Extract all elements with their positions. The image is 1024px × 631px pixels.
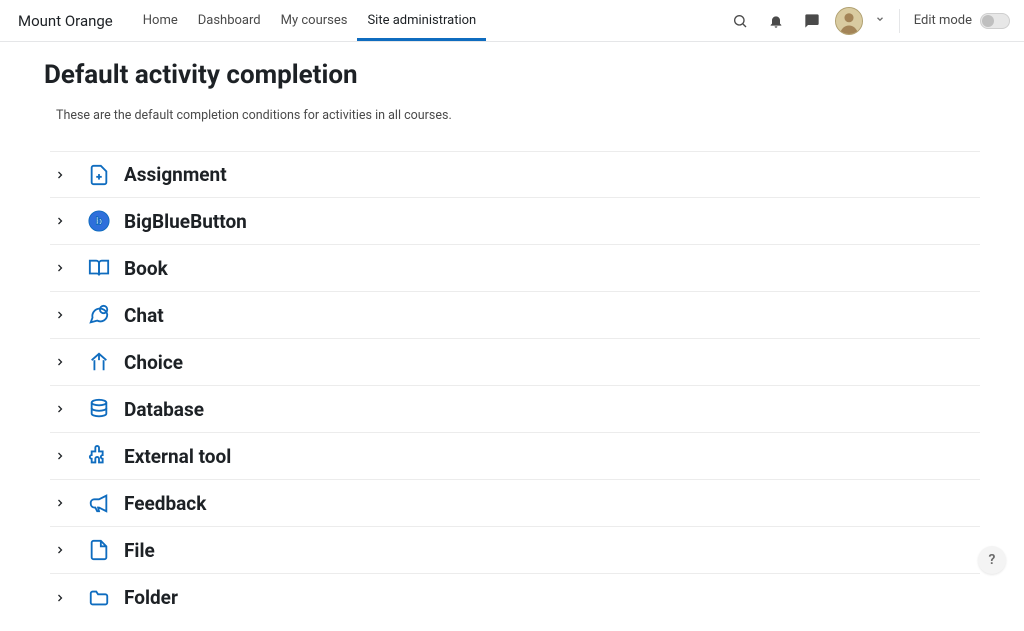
help-button[interactable]: ? [978,546,1006,574]
activity-label: File [124,539,155,562]
chevron-right-icon [50,262,70,274]
book-icon [84,253,114,283]
file-icon [84,535,114,565]
chevron-right-icon [50,215,70,227]
activity-row-bigbluebutton[interactable]: b BigBlueButton [50,198,980,245]
activity-row-choice[interactable]: Choice [50,339,980,386]
activity-label: External tool [124,445,231,468]
nav-site-administration[interactable]: Site administration [357,0,486,41]
nav-dashboard[interactable]: Dashboard [188,0,271,41]
bigbluebutton-icon: b [84,206,114,236]
chevron-right-icon [50,356,70,368]
activity-row-book[interactable]: Book [50,245,980,292]
folder-icon [84,583,114,613]
topbar-right: Edit mode [727,7,1010,35]
activity-row-database[interactable]: Database [50,386,980,433]
activity-label: Database [124,398,204,421]
activity-label: Chat [124,304,164,327]
divider [899,9,900,33]
primary-nav: Home Dashboard My courses Site administr… [133,0,486,41]
search-icon[interactable] [727,8,753,34]
activity-label: Book [124,257,168,280]
choice-icon [84,347,114,377]
svg-text:b: b [96,216,103,228]
assignment-icon [84,160,114,190]
megaphone-icon [84,488,114,518]
edit-mode-toggle[interactable]: Edit mode [914,13,1010,29]
activity-row-file[interactable]: File [50,527,980,574]
chevron-right-icon [50,169,70,181]
messages-icon[interactable] [799,8,825,34]
puzzle-icon [84,441,114,471]
topbar: Mount Orange Home Dashboard My courses S… [0,0,1024,42]
chevron-right-icon [50,544,70,556]
activity-row-folder[interactable]: Folder [50,574,980,621]
activity-row-external-tool[interactable]: External tool [50,433,980,480]
activity-row-assignment[interactable]: Assignment [50,151,980,198]
activity-label: Folder [124,586,178,609]
main-content: Default activity completion These are th… [0,42,1024,631]
chevron-right-icon [50,403,70,415]
nav-my-courses[interactable]: My courses [271,0,358,41]
page-subtitle: These are the default completion conditi… [56,108,980,123]
toggle-switch-icon [980,13,1010,29]
avatar[interactable] [835,7,863,35]
activity-label: Feedback [124,492,206,515]
database-icon [84,394,114,424]
activity-label: BigBlueButton [124,210,247,233]
chevron-right-icon [50,497,70,509]
nav-home[interactable]: Home [133,0,188,41]
activity-label: Choice [124,351,183,374]
activity-list: Assignment b BigBlueButton Book [50,151,980,621]
edit-mode-label: Edit mode [914,13,972,28]
chevron-right-icon [50,592,70,604]
user-menu-caret-icon[interactable] [875,14,885,27]
activity-row-feedback[interactable]: Feedback [50,480,980,527]
chevron-right-icon [50,309,70,321]
chat-icon [84,300,114,330]
activity-label: Assignment [124,163,227,186]
brand[interactable]: Mount Orange [18,12,113,30]
activity-row-chat[interactable]: Chat [50,292,980,339]
notifications-icon[interactable] [763,8,789,34]
chevron-right-icon [50,450,70,462]
page-title: Default activity completion [44,60,980,90]
